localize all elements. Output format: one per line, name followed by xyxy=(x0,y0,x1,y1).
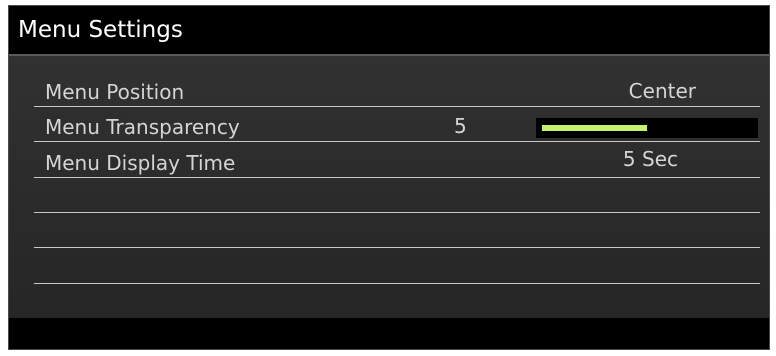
settings-list: Menu Position Center Menu Transparency 5… xyxy=(9,56,769,318)
empty-menu-row xyxy=(34,213,760,248)
menu-position-row[interactable]: Menu Position Center xyxy=(34,72,760,107)
menu-position-value[interactable]: Center xyxy=(629,79,696,103)
menu-transparency-row[interactable]: Menu Transparency 5 xyxy=(34,107,760,142)
menu-transparency-slider[interactable] xyxy=(536,118,758,138)
title-bar: Menu Settings xyxy=(9,6,769,56)
menu-display-time-label: Menu Display Time xyxy=(45,151,236,175)
menu-transparency-label: Menu Transparency xyxy=(45,115,240,139)
empty-menu-row xyxy=(34,249,760,284)
empty-menu-row xyxy=(34,178,760,213)
menu-settings-panel: Menu Settings Menu Position Center Menu … xyxy=(8,5,770,350)
menu-transparency-value: 5 xyxy=(454,114,467,138)
menu-display-time-row[interactable]: Menu Display Time 5 Sec xyxy=(34,143,760,178)
menu-position-label: Menu Position xyxy=(45,80,185,104)
slider-fill xyxy=(542,125,647,131)
footer-bar xyxy=(9,318,769,349)
page-title: Menu Settings xyxy=(18,17,183,43)
menu-display-time-value[interactable]: 5 Sec xyxy=(623,147,678,171)
